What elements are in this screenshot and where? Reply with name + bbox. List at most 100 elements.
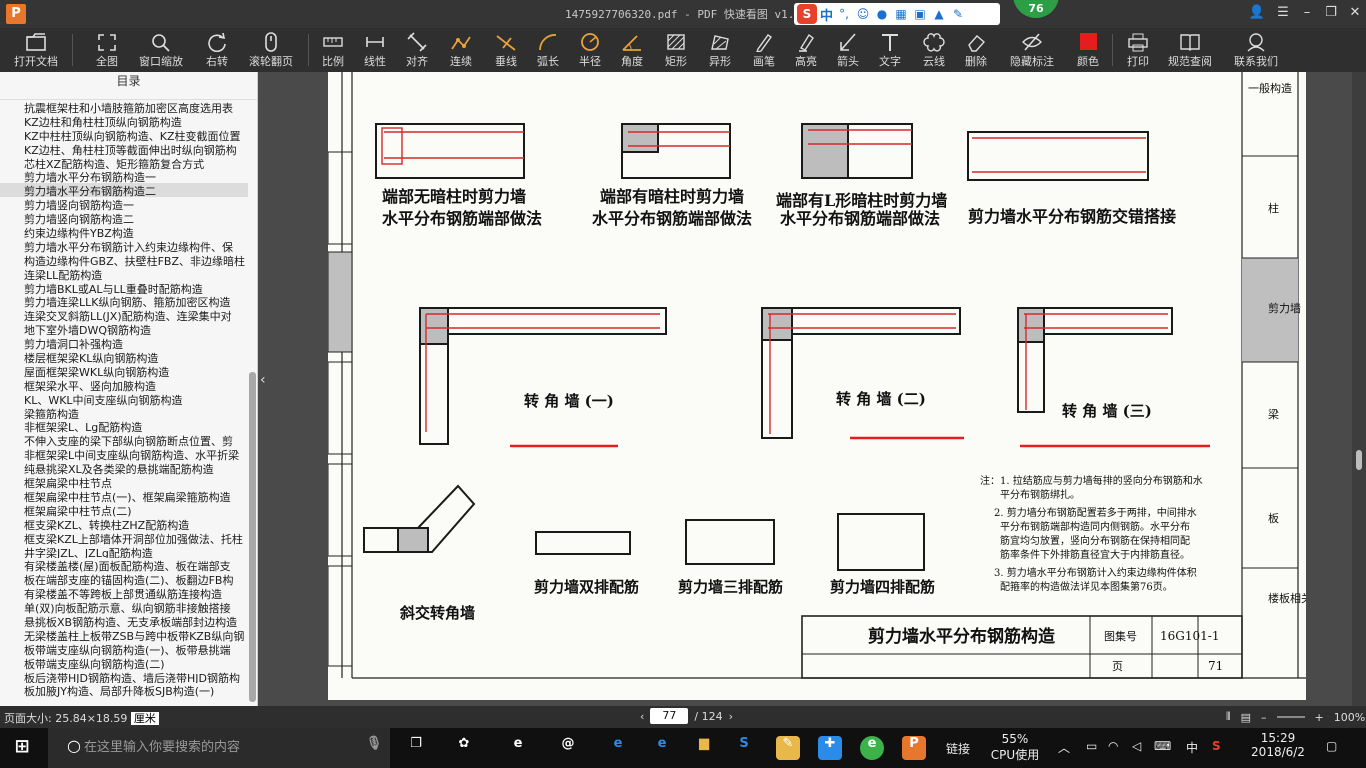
toc-item[interactable]: KZ边柱、角柱柱顶等截面伸出时纵向钢筋构 — [0, 142, 248, 156]
network-icon[interactable]: ▭ — [1086, 739, 1097, 768]
arc-length-button[interactable]: 弧长 — [528, 30, 568, 72]
toc-item[interactable]: 剪力墙水平分布钢筋构造一 — [0, 169, 248, 183]
pdf-viewer-taskbar-icon[interactable]: P — [902, 736, 926, 760]
text-button[interactable]: 文字 — [870, 30, 910, 72]
toc-item[interactable]: 剪力墙水平分布钢筋计入约束边缘构件、保 — [0, 239, 248, 253]
fit-page-button[interactable]: 全图 — [88, 30, 126, 72]
radius-button[interactable]: 半径 — [570, 30, 610, 72]
emoji-icon[interactable]: ☺ — [855, 7, 871, 21]
toc-item[interactable]: 剪力墙竖向钢筋构造二 — [0, 211, 248, 225]
page-input[interactable]: 77 — [650, 708, 689, 724]
viewer-scrollbar[interactable] — [1352, 72, 1366, 706]
tray-chevron-icon[interactable]: ︿ — [1058, 739, 1070, 768]
next-page-icon[interactable]: › — [729, 710, 733, 723]
toc-item[interactable]: 楼层框架梁KL纵向钢筋构造 — [0, 350, 248, 364]
toc-item[interactable]: 剪力墙洞口补强构造 — [0, 336, 248, 350]
windows-start-icon[interactable]: ⊞ — [10, 736, 34, 760]
keyboard-icon[interactable]: ⌨ — [1154, 739, 1171, 768]
taskbar-search[interactable]: 在这里输入你要搜索的内容 — [48, 728, 390, 768]
aligned-button[interactable]: 对齐 — [398, 30, 436, 72]
cpu-usage[interactable]: 55% CPU使用 — [990, 732, 1040, 768]
toc-item[interactable]: 剪力墙竖向钢筋构造一 — [0, 197, 248, 211]
link-label[interactable]: 链接 — [946, 740, 970, 768]
fan-app-icon[interactable]: ✿ — [452, 736, 476, 760]
user-icon[interactable]: 👤 — [1246, 5, 1268, 20]
ime-toolbar[interactable]: S 中 °, ☺ ● ▦ ▣ ▲ ✎ — [794, 3, 1000, 25]
toc-item[interactable]: 单(双)向板配筋示意、纵向钢筋非接触搭接 — [0, 600, 248, 614]
unit-selector[interactable]: 厘米 — [130, 712, 159, 725]
toc-item[interactable]: 连梁LL配筋构造 — [0, 267, 248, 281]
document-viewer[interactable]: 端部无暗柱时剪力墙 水平分布钢筋端部做法 端部有暗柱时剪力墙 水平分布钢筋端部做… — [328, 72, 1352, 706]
zoom-out-icon[interactable]: – — [1261, 711, 1267, 724]
ie-blue-icon[interactable]: e — [650, 736, 674, 760]
toc-item[interactable]: 有梁楼盖楼(屋)面板配筋构造、板在端部支 — [0, 558, 248, 572]
volume-icon[interactable]: ◁ — [1132, 739, 1141, 768]
clock[interactable]: 15:29 2018/6/2 — [1244, 731, 1312, 768]
window-zoom-button[interactable]: 窗口缩放 — [136, 30, 186, 72]
delete-button[interactable]: 删除 — [956, 30, 996, 72]
toc-item[interactable]: 板加腋JY构造、局部升降板SJB构造(一) — [0, 683, 248, 697]
zoom-slider[interactable] — [1276, 716, 1305, 718]
wrench-icon[interactable]: ✎ — [950, 7, 966, 21]
cloud-line-button[interactable]: 云线 — [914, 30, 954, 72]
toc-item[interactable]: 无梁楼盖柱上板带ZSB与跨中板带KZB纵向钢 — [0, 628, 248, 642]
menu-icon[interactable]: ☰ — [1272, 5, 1294, 20]
highlight-button[interactable]: 高亮 — [786, 30, 826, 72]
toc-item[interactable]: 框架扁梁中柱节点 — [0, 475, 248, 489]
toc-item[interactable]: 构造边缘构件GBZ、扶壁柱FBZ、非边缘暗柱 — [0, 253, 248, 267]
print-button[interactable]: 打印 — [1118, 30, 1158, 72]
scroll-page-button[interactable]: 滚轮翻页 — [244, 30, 298, 72]
toc-item[interactable]: KL、WKL中间支座纵向钢筋构造 — [0, 392, 248, 406]
toc-item[interactable]: 板带端支座纵向钢筋构造(二) — [0, 656, 248, 670]
sync-app-icon[interactable]: ✚ — [818, 736, 842, 760]
hide-markup-button[interactable]: 隐藏标注 — [1004, 30, 1060, 72]
edge-icon[interactable]: e — [606, 736, 630, 760]
toc-item[interactable]: 框支梁KZL、转换柱ZHZ配筋构造 — [0, 517, 248, 531]
irregular-button[interactable]: 异形 — [700, 30, 740, 72]
toc-item[interactable]: 板带端支座纵向钢筋构造(一)、板带悬挑端 — [0, 642, 248, 656]
toc-item[interactable]: 有梁楼盖不等跨板上部贯通纵筋连接构造 — [0, 586, 248, 600]
skin-icon[interactable]: ▲ — [931, 7, 947, 21]
360-app-icon[interactable]: e — [860, 736, 884, 760]
toc-item[interactable]: 剪力墙BKL或AL与LL重叠时配筋构造 — [0, 281, 248, 295]
swirl-app-icon[interactable]: @ — [556, 736, 580, 760]
toolbox-icon[interactable]: ▣ — [912, 7, 928, 21]
contact-us-button[interactable]: 联系我们 — [1228, 30, 1284, 72]
input-lang[interactable]: 中 — [1186, 739, 1198, 768]
toc-item[interactable]: 抗震框架柱和小墙肢箍筋加密区高度选用表 — [0, 100, 248, 114]
keyboard-icon[interactable]: ▦ — [893, 7, 909, 21]
linear-button[interactable]: 线性 — [356, 30, 394, 72]
toc-item[interactable]: 非框架梁L中间支座纵向钢筋构造、水平折梁 — [0, 447, 248, 461]
toc-item[interactable]: KZ中柱柱顶纵向钢筋构造、KZ柱变截面位置 — [0, 128, 248, 142]
toc-item[interactable]: 约束边缘构件YBZ构造 — [0, 225, 248, 239]
ime-lang[interactable]: 中 — [820, 5, 833, 24]
minimize-icon[interactable]: – — [1296, 5, 1318, 20]
toc-item[interactable]: 悬挑板XB钢筋构造、无支承板端部封边构造 — [0, 614, 248, 628]
toc-item[interactable]: 框架梁水平、竖向加腋构造 — [0, 378, 248, 392]
open-file-button[interactable]: 打开文档 — [6, 30, 66, 72]
standard-lookup-button[interactable]: 规范查阅 — [1162, 30, 1218, 72]
sogou-browser-icon[interactable]: S — [732, 736, 756, 760]
pen-button[interactable]: 画笔 — [744, 30, 784, 72]
toc-item[interactable]: 梁箍筋构造 — [0, 406, 248, 420]
toc-item[interactable]: 井字梁JZL、JZLg配筋构造 — [0, 545, 248, 559]
toc-item[interactable]: 框支梁KZL上部墙体开洞部位加强做法、托柱 — [0, 531, 248, 545]
ie-icon[interactable]: e — [506, 736, 530, 760]
toc-item[interactable]: 屋面框架梁WKL纵向钢筋构造 — [0, 364, 248, 378]
scroll-thumb[interactable] — [1356, 450, 1362, 470]
notes-icon[interactable]: ✎ — [776, 736, 800, 760]
collapse-sidebar-icon[interactable]: ‹ — [260, 372, 266, 388]
toc-item[interactable]: 框架扁梁中柱节点(一)、框架扁梁箍筋构造 — [0, 489, 248, 503]
toc-item[interactable]: 框架扁梁中柱节点(二) — [0, 503, 248, 517]
toc-item[interactable]: 连梁交叉斜筋LL(JX)配筋构造、连梁集中对 — [0, 308, 248, 322]
continuous-button[interactable]: 连续 — [440, 30, 482, 72]
toc-item[interactable]: 不伸入支座的梁下部纵向钢筋断点位置、剪 — [0, 433, 248, 447]
rectangle-button[interactable]: 矩形 — [656, 30, 696, 72]
notifications-icon[interactable]: ▢ — [1326, 739, 1337, 768]
prev-page-icon[interactable]: ‹ — [640, 710, 644, 723]
rotate-right-button[interactable]: 右转 — [198, 30, 236, 72]
punctuation-icon[interactable]: °, — [836, 7, 852, 21]
toc-scrollbar[interactable] — [249, 372, 256, 702]
toc-item[interactable]: 地下室外墙DWQ钢筋构造 — [0, 322, 248, 336]
microphone-icon[interactable]: ● — [874, 7, 890, 21]
